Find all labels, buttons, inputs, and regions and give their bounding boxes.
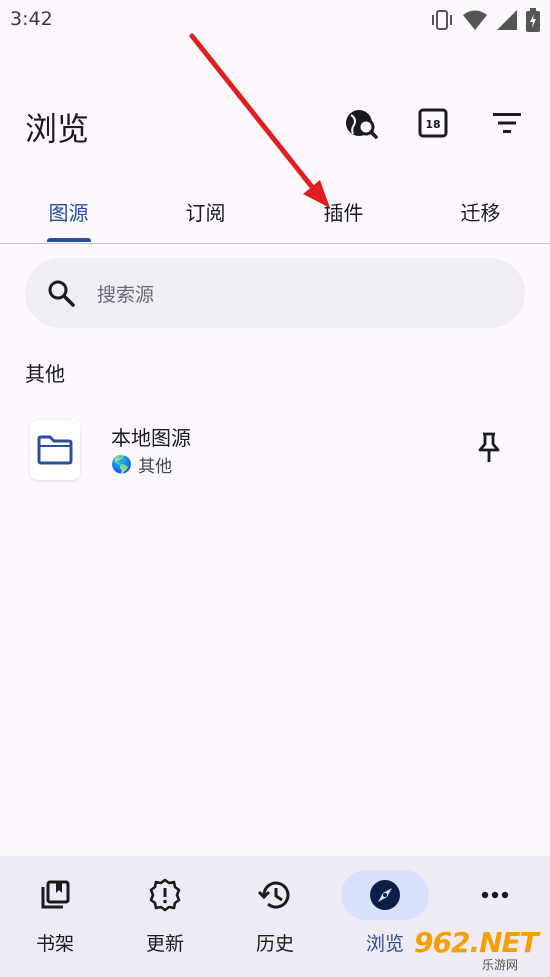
updates-icon (149, 878, 181, 912)
watermark-brand: 962.NET (414, 926, 539, 959)
tab-subscriptions[interactable]: 订阅 (137, 178, 274, 244)
source-name: 本地图源 (111, 426, 191, 450)
tab-bar: 图源 订阅 插件 迁移 (0, 178, 550, 244)
travel-explore-icon (346, 110, 378, 139)
nav-history[interactable]: 历史 (220, 856, 330, 977)
nav-library-indicator (11, 870, 99, 920)
signal-icon (497, 10, 517, 30)
watermark-logo: 962.NET 乐游网 (414, 926, 544, 972)
folder-icon (37, 435, 73, 465)
status-time: 3:42 (10, 8, 53, 30)
pin-button[interactable] (466, 424, 512, 470)
nav-updates[interactable]: 更新 (110, 856, 220, 977)
page-title: 浏览 (25, 110, 90, 148)
library-icon (41, 880, 70, 909)
nav-browse-indicator (341, 870, 429, 920)
eighteen-plus-icon: 18 (418, 108, 448, 138)
source-language: 🌎 其他 (111, 452, 173, 478)
nav-library[interactable]: 书架 (0, 856, 110, 977)
nav-updates-indicator (121, 870, 209, 920)
nav-updates-label: 更新 (145, 933, 184, 955)
compass-icon (370, 880, 400, 910)
global-search-button[interactable] (338, 100, 384, 146)
nav-library-label: 书架 (35, 933, 74, 955)
status-bar: 3:42 (0, 0, 550, 40)
filter-button[interactable] (484, 100, 530, 146)
svg-text:18: 18 (425, 118, 440, 131)
watermark-sub: 乐游网 (482, 958, 519, 972)
tab-sources[interactable]: 图源 (0, 178, 137, 244)
more-icon (481, 891, 509, 899)
vibrate-icon (432, 10, 452, 30)
nav-more-indicator (451, 870, 539, 920)
search-placeholder: 搜索源 (97, 283, 155, 306)
pin-icon (478, 432, 500, 462)
globe-icon: 🌎 (111, 454, 133, 475)
battery-icon (526, 8, 540, 32)
filter-list-icon (493, 113, 521, 133)
list-item[interactable]: 本地图源 🌎 其他 (0, 410, 550, 486)
status-icons (430, 8, 540, 32)
tab-extensions[interactable]: 插件 (275, 178, 412, 244)
nav-history-label: 历史 (255, 933, 294, 955)
nav-history-indicator (231, 870, 319, 920)
search-icon (48, 280, 75, 307)
nsfw-filter-button[interactable]: 18 (410, 100, 456, 146)
source-thumbnail (30, 420, 80, 480)
tab-migration[interactable]: 迁移 (412, 178, 549, 244)
wifi-icon (463, 10, 487, 30)
source-language-label: 其他 (138, 457, 173, 477)
search-input[interactable]: 搜索源 (25, 258, 525, 328)
history-icon (258, 881, 290, 909)
tab-indicator (47, 238, 91, 242)
section-title: 其他 (25, 362, 65, 386)
